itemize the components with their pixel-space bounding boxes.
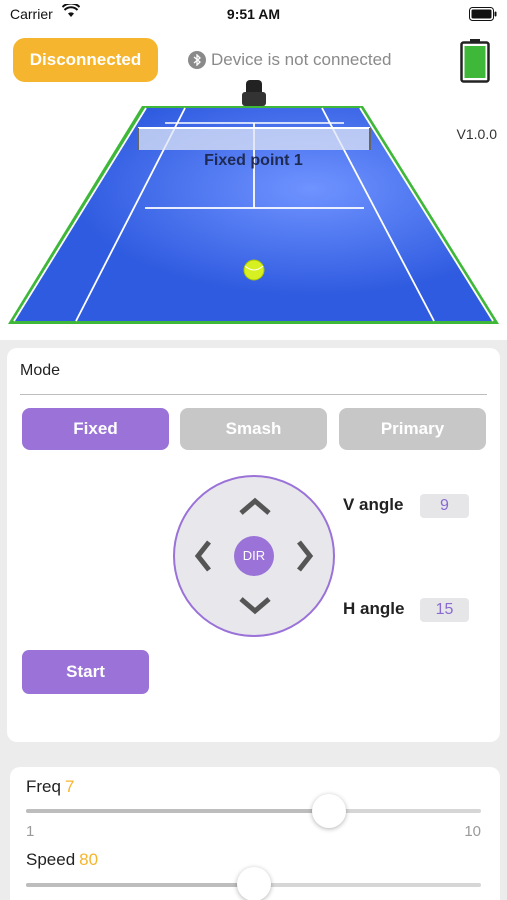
mode-card: Mode Fixed Smash Primary DIR V angle 9 H… [7, 348, 500, 742]
arrow-left-icon[interactable] [187, 539, 221, 573]
v-angle-value[interactable]: 9 [420, 494, 469, 518]
device-status: Device is not connected [188, 48, 392, 72]
h-angle-label: H angle [343, 599, 405, 618]
start-button[interactable]: Start [22, 650, 149, 694]
mode-title: Mode [20, 362, 61, 379]
freq-slider[interactable] [26, 809, 481, 813]
arrow-up-icon[interactable] [238, 489, 272, 523]
freq-value: 7 [64, 777, 75, 796]
status-bar: Carrier 9:51 AM [0, 0, 507, 28]
freq-max: 10 [464, 823, 481, 840]
clock: 9:51 AM [226, 6, 281, 22]
speed-slider-thumb[interactable] [236, 867, 271, 900]
tennis-court [8, 80, 499, 324]
speed-slider-fill [26, 883, 254, 887]
mode-primary-button[interactable]: Primary [339, 408, 486, 450]
speed-value: 80 [79, 850, 99, 869]
freq-title: Freq 7 [26, 777, 74, 797]
status-battery-icon [469, 7, 497, 26]
freq-label: Freq [26, 777, 61, 796]
arrow-right-icon[interactable] [287, 539, 321, 573]
freq-min: 1 [26, 823, 35, 840]
v-angle-label: V angle [343, 495, 404, 514]
arrow-down-icon[interactable] [238, 589, 272, 623]
freq-slider-thumb[interactable] [312, 794, 347, 828]
court-point-label: Fixed point 1 [204, 152, 303, 169]
connection-button[interactable]: Disconnected [13, 38, 158, 82]
freq-slider-fill [26, 809, 330, 813]
h-angle-value[interactable]: 15 [420, 598, 469, 622]
device-battery-icon [460, 39, 490, 83]
mode-smash-button[interactable]: Smash [180, 408, 327, 450]
bluetooth-icon [188, 51, 206, 69]
dir-button[interactable]: DIR [234, 536, 274, 576]
settings-card: Freq 7 1 10 Speed 80 [10, 767, 500, 900]
mode-fixed-button[interactable]: Fixed [22, 408, 169, 450]
direction-pad: DIR [173, 475, 335, 637]
speed-title: Speed 80 [26, 850, 98, 870]
header-panel: Disconnected Device is not connected V1.… [0, 28, 507, 340]
speed-label: Speed [26, 850, 76, 869]
device-status-text: Device is not connected [211, 50, 392, 69]
divider [20, 394, 487, 395]
